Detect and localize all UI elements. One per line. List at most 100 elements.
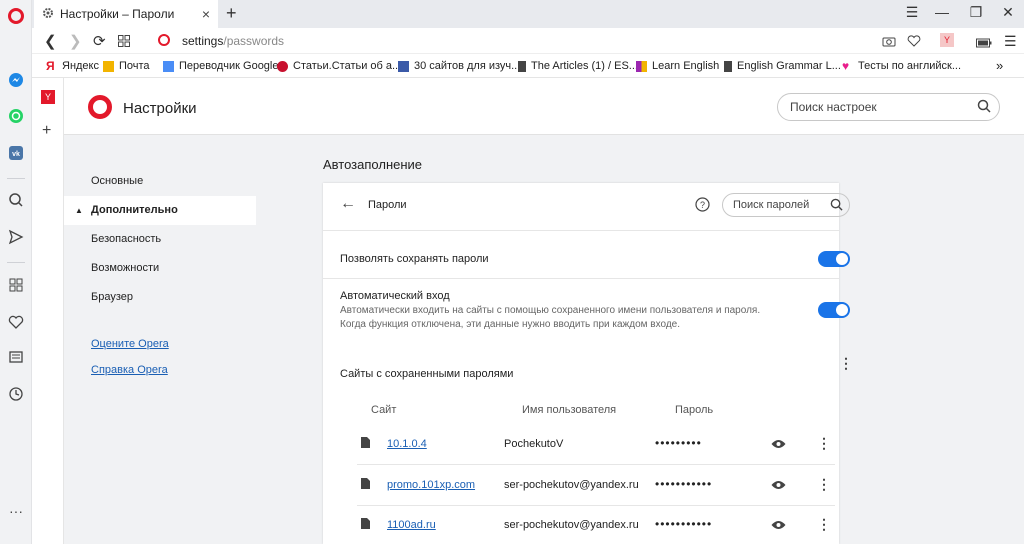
passwords-card: ← Пароли ? Поиск паролей Позволять сохра… (323, 183, 853, 544)
back-arrow-icon[interactable]: ← (340, 195, 356, 213)
yandex-extension-icon[interactable]: Y (940, 33, 954, 47)
bookmark-label: Статьи.Статьи об а... (293, 60, 402, 72)
bookmark-label: Тесты по английск... (858, 60, 962, 72)
password-search-input[interactable]: Поиск паролей (722, 193, 850, 217)
opera-site-icon (158, 34, 170, 46)
allow-save-toggle[interactable] (818, 251, 850, 267)
back-icon[interactable]: ❮ (44, 32, 57, 50)
site-link[interactable]: promo.101xp.com (387, 479, 475, 491)
nav-item-security[interactable]: Безопасность (64, 225, 256, 254)
messenger-icon[interactable] (8, 72, 24, 88)
url-field[interactable]: settings/passwords (182, 34, 284, 48)
bookmark-item[interactable]: 30 сайтов для изуч... (398, 60, 520, 72)
bookmark-item[interactable]: English Grammar L... (724, 60, 841, 72)
nav-item-basic[interactable]: Основные (64, 167, 256, 196)
bookmark-item[interactable]: Переводчик Google (163, 60, 279, 72)
reload-icon[interactable]: ⟳ (93, 32, 106, 50)
autologin-toggle[interactable] (818, 302, 850, 318)
bookmark-label: Почта (119, 60, 150, 72)
yandex-extension-icon[interactable]: Y (41, 90, 55, 104)
opera-help-link[interactable]: Справка Opera (91, 364, 168, 376)
scrollbar[interactable] (1015, 135, 1024, 544)
settings-search-input[interactable]: Поиск настроек (777, 93, 1000, 121)
more-dots-icon[interactable]: ··· (8, 503, 24, 519)
search-icon (977, 99, 991, 116)
bookmark-item[interactable]: Learn English (636, 60, 719, 72)
autologin-desc: Когда функция отключена, эти данные нужн… (340, 319, 680, 330)
more-options-icon[interactable]: ⋮ (839, 355, 853, 372)
bookmark-label: English Grammar L... (737, 60, 841, 72)
saved-sites-title: Сайты с сохраненными паролями (340, 368, 514, 380)
more-options-icon[interactable]: ⋮ (817, 435, 831, 452)
opera-logo-icon (88, 95, 112, 119)
bookmarks-bar: Я Яндекс Почта Переводчик Google Статьи.С… (32, 54, 1024, 78)
eye-icon[interactable] (771, 519, 786, 533)
bookmark-item[interactable]: ♥ Тесты по английск... (842, 60, 962, 73)
password-row: 1100ad.ru ser-pochekutov@yandex.ru •••••… (357, 506, 835, 544)
username: ser-pochekutov@yandex.ru (504, 519, 639, 531)
menu-icon[interactable]: ☰ (902, 4, 922, 21)
divider (7, 178, 25, 179)
help-icon[interactable]: ? (695, 197, 710, 215)
speed-dial-icon[interactable] (8, 277, 24, 293)
bookmark-label: Яндекс (62, 60, 99, 72)
camera-icon[interactable] (882, 34, 896, 51)
tab-close-button[interactable]: × (202, 6, 210, 22)
file-icon (361, 437, 370, 451)
caret-up-icon: ▲ (75, 206, 83, 215)
tab-title: Настройки – Пароли (60, 7, 175, 21)
flag-icon (398, 60, 409, 72)
bookmark-item[interactable]: The Articles (1) / ES... (518, 60, 638, 72)
column-header-username: Имя пользователя (522, 404, 617, 416)
page-title: Настройки (123, 100, 197, 117)
tab-settings[interactable]: Настройки – Пароли × (34, 0, 218, 28)
history-icon[interactable] (8, 386, 24, 402)
eye-icon[interactable] (771, 479, 786, 493)
tabs-grid-icon[interactable] (118, 34, 130, 51)
bookmark-item[interactable]: Статьи.Статьи об а... (277, 60, 401, 72)
bookmark-item[interactable]: Я Яндекс (46, 60, 99, 73)
opera-sidebar: vk ··· (0, 0, 32, 544)
vk-icon[interactable]: vk (8, 145, 24, 161)
uk-flag-icon (277, 60, 288, 72)
divider (323, 230, 839, 231)
bookmark-label: Learn English (652, 60, 720, 72)
nav-item-features[interactable]: Возможности (64, 254, 256, 283)
new-tab-button[interactable]: + (226, 3, 237, 24)
battery-icon[interactable] (976, 35, 992, 52)
maximize-button[interactable]: ❐ (966, 4, 986, 21)
easy-setup-icon[interactable]: ☰ (1004, 33, 1017, 50)
site-link[interactable]: 1100ad.ru (387, 519, 436, 531)
mail-icon (103, 60, 114, 72)
autologin-desc: Автоматически входить на сайты с помощью… (340, 305, 761, 316)
whatsapp-icon[interactable] (8, 108, 24, 124)
url-path: /passwords (223, 34, 285, 48)
more-options-icon[interactable]: ⋮ (817, 516, 831, 533)
search-icon[interactable] (8, 192, 24, 208)
site-link[interactable]: 10.1.0.4 (387, 438, 427, 450)
add-extension-icon[interactable]: + (42, 122, 51, 140)
bookmarks-overflow-button[interactable]: » (996, 58, 1003, 73)
bookmark-label: Переводчик Google (179, 60, 279, 72)
close-window-button[interactable]: ✕ (998, 4, 1018, 21)
password: ••••••••••• (655, 517, 713, 531)
svg-text:?: ? (700, 200, 705, 210)
more-options-icon[interactable]: ⋮ (817, 476, 831, 493)
rate-opera-link[interactable]: Оцените Opera (91, 338, 169, 350)
nav-item-advanced[interactable]: ▲ Дополнительно (64, 196, 256, 225)
heart-icon[interactable] (8, 314, 24, 330)
nav-item-browser[interactable]: Браузер (64, 283, 256, 312)
bookmark-item[interactable]: Почта (103, 60, 150, 72)
allow-save-label: Позволять сохранять пароли (340, 253, 489, 265)
nav-item-label: Дополнительно (91, 204, 178, 216)
send-icon[interactable] (8, 229, 24, 245)
heart-icon[interactable] (907, 34, 921, 51)
news-icon[interactable] (8, 349, 24, 365)
search-icon (830, 198, 843, 214)
column-header-password: Пароль (675, 404, 714, 416)
forward-icon[interactable]: ❯ (69, 32, 82, 50)
svg-text:vk: vk (12, 151, 20, 158)
opera-menu-icon[interactable] (8, 8, 24, 24)
eye-icon[interactable] (771, 438, 786, 452)
minimize-button[interactable]: — (932, 4, 952, 20)
